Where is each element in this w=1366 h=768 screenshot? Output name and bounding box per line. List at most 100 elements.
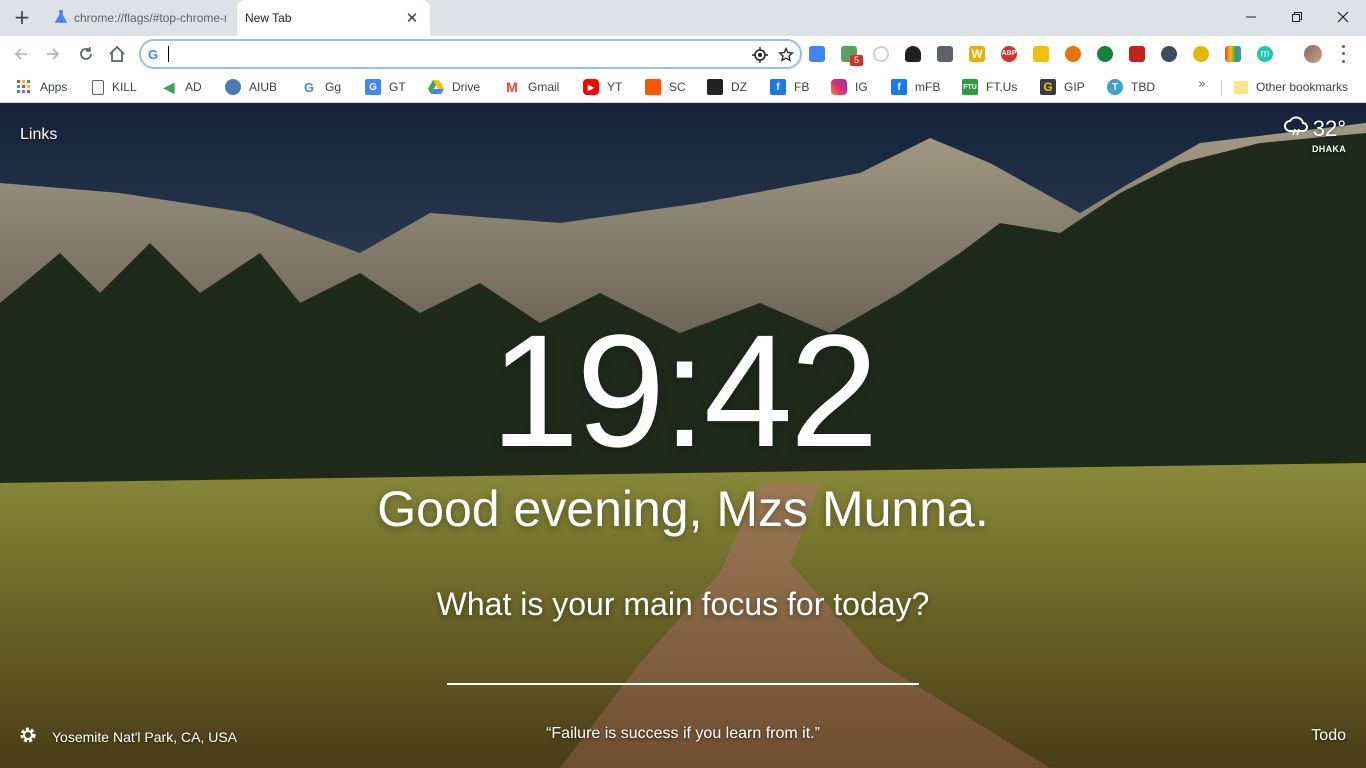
links-button[interactable]: Links bbox=[20, 126, 57, 144]
translate-icon: G bbox=[365, 79, 381, 95]
spy-icon[interactable] bbox=[905, 46, 921, 62]
close-window-button[interactable] bbox=[1320, 0, 1366, 34]
close-icon[interactable]: ✕ bbox=[404, 10, 420, 26]
home-button[interactable] bbox=[104, 41, 130, 67]
bookmark-sc[interactable]: SC bbox=[645, 78, 686, 96]
bookmark-label: SC bbox=[669, 80, 686, 94]
location-target-icon[interactable] bbox=[751, 46, 769, 64]
back-button[interactable] bbox=[8, 41, 34, 67]
quote-text[interactable]: “Failure is success if you learn from it… bbox=[546, 725, 820, 742]
weather-widget[interactable]: 32° DHAKA bbox=[1283, 115, 1346, 154]
clock: 19:42 bbox=[490, 301, 878, 480]
bookmark-label: GT bbox=[389, 80, 406, 94]
divider bbox=[1221, 80, 1222, 96]
address-input[interactable] bbox=[171, 44, 731, 64]
bookmarks-bar: Apps KILL ◀ AD AIUB G Gg G GT Drive M Gm… bbox=[0, 72, 1366, 103]
restore-icon bbox=[1292, 12, 1302, 22]
menu-kebab-icon[interactable] bbox=[1336, 43, 1350, 65]
new-tab-button[interactable]: + bbox=[8, 6, 36, 30]
color-palette-icon[interactable] bbox=[1225, 46, 1241, 62]
forward-button[interactable] bbox=[40, 41, 66, 67]
bookmark-label: Gg bbox=[325, 80, 342, 94]
bookmark-label: mFB bbox=[915, 80, 941, 94]
bookmark-mfb[interactable]: f mFB bbox=[891, 78, 940, 96]
reload-button[interactable] bbox=[73, 41, 99, 67]
download-icon[interactable] bbox=[937, 46, 953, 62]
ftu-icon: FTU bbox=[962, 79, 978, 95]
bookmark-label: GIP bbox=[1064, 80, 1085, 94]
google-translate-icon[interactable] bbox=[809, 46, 825, 62]
minimize-icon bbox=[1246, 16, 1256, 18]
minimize-button[interactable] bbox=[1228, 0, 1274, 34]
bookmark-drive[interactable]: Drive bbox=[428, 78, 480, 96]
bookmarks-overflow-button[interactable]: » bbox=[1198, 77, 1206, 92]
omnibox[interactable]: G bbox=[139, 39, 802, 69]
youtube-icon: ▶ bbox=[583, 79, 599, 95]
google-g-icon: G bbox=[148, 47, 159, 62]
w-icon[interactable]: W bbox=[969, 46, 985, 62]
profile-avatar[interactable] bbox=[1304, 45, 1322, 63]
bookmark-ftus[interactable]: FTU FT.Us bbox=[962, 78, 1017, 96]
bookmark-apps[interactable]: Apps bbox=[16, 78, 67, 96]
deezer-icon bbox=[707, 79, 723, 95]
focus-input[interactable] bbox=[447, 651, 919, 685]
todo-button[interactable]: Todo bbox=[1311, 727, 1346, 745]
restore-button[interactable] bbox=[1274, 0, 1320, 34]
facebook-icon: f bbox=[891, 79, 907, 95]
drive-icon bbox=[428, 79, 444, 95]
m-icon[interactable]: m bbox=[1257, 46, 1273, 62]
tab-new-tab[interactable]: New Tab ✕ bbox=[237, 0, 430, 36]
bookmark-label: YT bbox=[607, 80, 623, 94]
steam-icon[interactable] bbox=[1161, 46, 1177, 62]
bookmark-ad[interactable]: ◀ AD bbox=[161, 78, 202, 96]
gip-icon: G bbox=[1040, 79, 1056, 95]
page-icon bbox=[92, 79, 104, 95]
gmail-icon: M bbox=[506, 79, 518, 95]
home-icon bbox=[109, 45, 125, 62]
bookmark-label: Drive bbox=[452, 80, 481, 94]
bookmark-gmail[interactable]: M Gmail bbox=[504, 78, 559, 96]
bookmark-ig[interactable]: IG bbox=[831, 78, 868, 96]
other-bookmarks-folder[interactable]: Other bookmarks bbox=[1234, 78, 1348, 96]
extension-badge: 5 bbox=[850, 55, 863, 66]
bookmark-fb[interactable]: f FB bbox=[770, 78, 809, 96]
bookmark-aiub[interactable]: AIUB bbox=[225, 78, 277, 96]
refresh-ext-icon[interactable] bbox=[873, 46, 889, 62]
bookmark-gip[interactable]: G GIP bbox=[1040, 78, 1085, 96]
arrow-icon: ◀ bbox=[163, 78, 175, 95]
bookmark-kill[interactable]: KILL bbox=[92, 78, 137, 96]
google-icon: G bbox=[303, 79, 315, 95]
coin-icon[interactable] bbox=[1193, 46, 1209, 62]
folder-icon bbox=[1234, 80, 1248, 94]
tab-title: chrome://flags/#top-chrome-md bbox=[74, 11, 226, 25]
bookmark-label: TBD bbox=[1131, 80, 1155, 94]
flask-icon bbox=[54, 10, 68, 24]
pen-icon[interactable] bbox=[1129, 46, 1145, 62]
bookmark-gt[interactable]: G GT bbox=[365, 78, 406, 96]
gear-icon[interactable] bbox=[18, 725, 38, 748]
chrome-cast-icon[interactable] bbox=[1065, 46, 1081, 62]
bookmark-gg[interactable]: G Gg bbox=[301, 78, 341, 96]
tab-title: New Tab bbox=[245, 11, 292, 25]
abp-icon[interactable]: ABP bbox=[1001, 46, 1017, 62]
momentum-new-tab-page: Links 32° DHAKA 19:42 Good evening, Mzs … bbox=[0, 103, 1366, 768]
bookmark-dz[interactable]: DZ bbox=[707, 78, 747, 96]
soundcloud-icon bbox=[645, 79, 661, 95]
bookmark-label: FT.Us bbox=[986, 80, 1018, 94]
globe-icon[interactable] bbox=[1097, 46, 1113, 62]
bookmark-star-icon[interactable] bbox=[777, 46, 795, 64]
aiub-icon bbox=[225, 79, 241, 95]
tab-chrome-flags[interactable]: chrome://flags/#top-chrome-md bbox=[44, 0, 236, 36]
dots-icon[interactable] bbox=[1033, 46, 1049, 62]
tbd-icon: T bbox=[1107, 79, 1123, 95]
bookmark-label: DZ bbox=[731, 80, 747, 94]
greeting: Good evening, Mzs Munna. bbox=[377, 481, 989, 537]
weather-cloud-icon bbox=[1283, 115, 1309, 142]
bookmark-yt[interactable]: ▶ YT bbox=[583, 78, 622, 96]
weather-temperature: 32° bbox=[1312, 115, 1346, 141]
instagram-icon bbox=[831, 79, 847, 95]
bookmark-label: Gmail bbox=[528, 80, 560, 94]
bookmark-tbd[interactable]: T TBD bbox=[1107, 78, 1155, 96]
back-arrow-icon bbox=[14, 48, 27, 60]
focus-question: What is your main focus for today? bbox=[436, 586, 930, 622]
